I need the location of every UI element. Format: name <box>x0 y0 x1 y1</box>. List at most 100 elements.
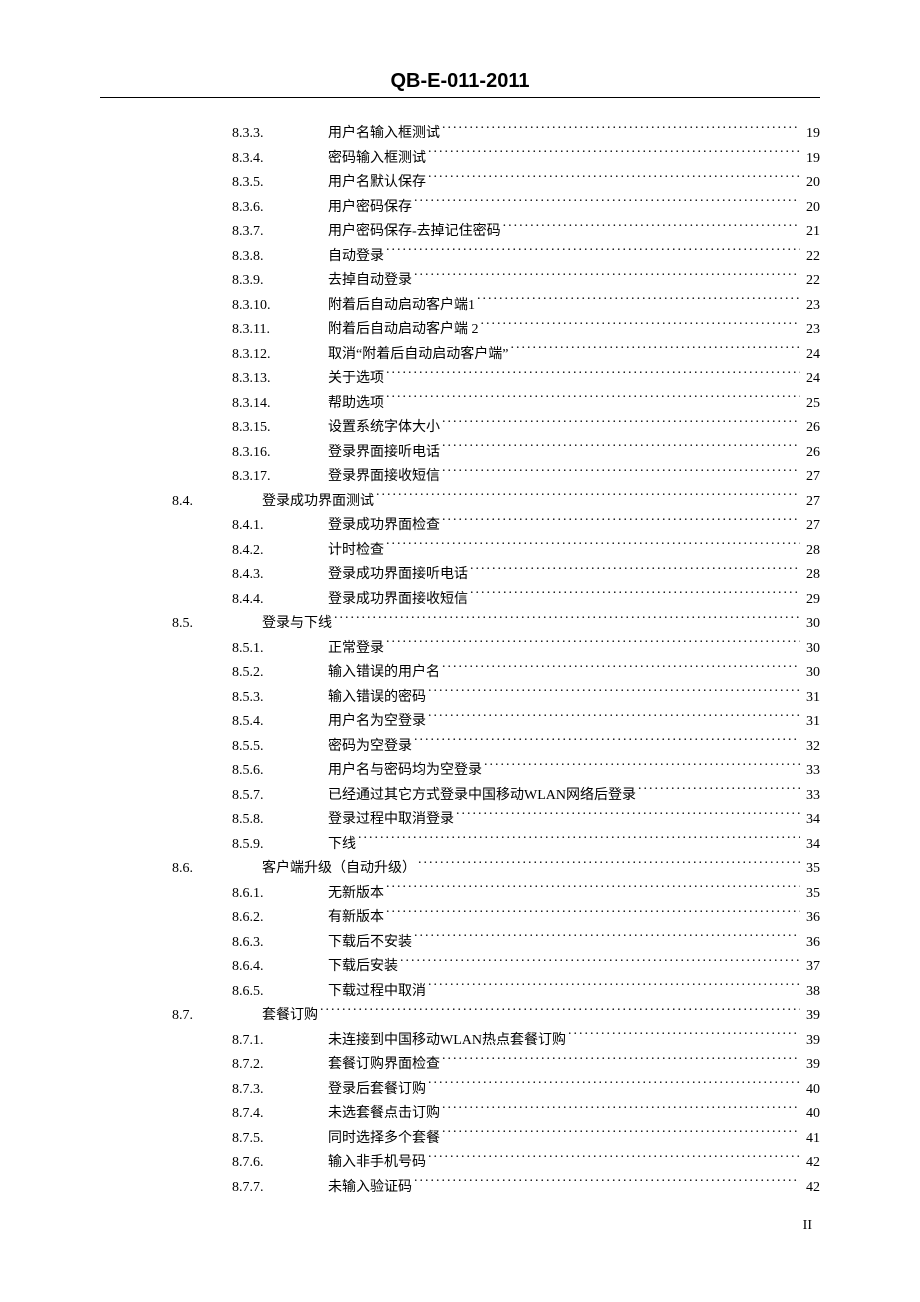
toc-entry-page: 40 <box>802 1102 820 1127</box>
toc-entry-number: 8.5.2. <box>232 661 328 686</box>
toc-leader-dots <box>442 417 800 431</box>
toc-leader-dots <box>442 123 800 137</box>
toc-entry-title: 用户名为空登录 <box>328 710 426 735</box>
toc-entry-page: 33 <box>802 759 820 784</box>
header-rule <box>100 97 820 98</box>
toc-entry: 8.3.12.取消“附着后自动启动客户端”24 <box>100 343 820 368</box>
toc-entry-title: 密码输入框测试 <box>328 147 426 172</box>
toc-leader-dots <box>442 466 800 480</box>
toc-entry-page: 19 <box>802 122 820 147</box>
toc-entry: 8.6.客户端升级（自动升级）35 <box>100 857 820 882</box>
toc-entry: 8.5.4.用户名为空登录31 <box>100 710 820 735</box>
toc-entry-page: 39 <box>802 1004 820 1029</box>
toc-leader-dots <box>456 809 800 823</box>
toc-entry-number: 8.3.14. <box>232 392 328 417</box>
toc-entry-page: 41 <box>802 1127 820 1152</box>
toc-entry-page: 30 <box>802 612 820 637</box>
toc-entry-page: 24 <box>802 343 820 368</box>
toc-entry-page: 38 <box>802 980 820 1005</box>
toc-entry: 8.3.4.密码输入框测试19 <box>100 147 820 172</box>
toc-leader-dots <box>428 981 800 995</box>
toc-entry-title: 未选套餐点击订购 <box>328 1102 440 1127</box>
toc-leader-dots <box>428 1079 800 1093</box>
toc-entry-title: 未输入验证码 <box>328 1176 412 1201</box>
toc-entry-page: 35 <box>802 857 820 882</box>
toc-entry: 8.6.2.有新版本36 <box>100 906 820 931</box>
toc-entry-title: 设置系统字体大小 <box>328 416 440 441</box>
toc-entry-title: 用户名输入框测试 <box>328 122 440 147</box>
toc-leader-dots <box>386 540 800 554</box>
toc-entry-page: 28 <box>802 563 820 588</box>
toc-entry-page: 30 <box>802 637 820 662</box>
toc-entry: 8.7.1.未连接到中国移动WLAN热点套餐订购39 <box>100 1029 820 1054</box>
toc-entry-number: 8.7.2. <box>232 1053 328 1078</box>
toc-entry: 8.4.1.登录成功界面检查27 <box>100 514 820 539</box>
toc-leader-dots <box>428 711 800 725</box>
toc-entry-number: 8.4.1. <box>232 514 328 539</box>
toc-entry-number: 8.7.3. <box>232 1078 328 1103</box>
toc-entry-number: 8.3.11. <box>232 318 328 343</box>
toc-leader-dots <box>638 785 800 799</box>
toc-entry: 8.7.3.登录后套餐订购40 <box>100 1078 820 1103</box>
toc-leader-dots <box>414 736 800 750</box>
toc-leader-dots <box>442 515 800 529</box>
toc-entry-number: 8.6.4. <box>232 955 328 980</box>
toc-entry-page: 21 <box>802 220 820 245</box>
toc-entry-number: 8.6.5. <box>232 980 328 1005</box>
toc-entry-page: 40 <box>802 1078 820 1103</box>
toc-entry-number: 8.7.4. <box>232 1102 328 1127</box>
toc-entry: 8.3.14.帮助选项25 <box>100 392 820 417</box>
toc-entry-number: 8.4. <box>172 490 262 515</box>
toc-leader-dots <box>418 858 800 872</box>
toc-entry-page: 23 <box>802 294 820 319</box>
toc-entry-title: 自动登录 <box>328 245 384 270</box>
toc-entry-title: 帮助选项 <box>328 392 384 417</box>
toc-entry-page: 31 <box>802 686 820 711</box>
toc-entry: 8.7.4.未选套餐点击订购 40 <box>100 1102 820 1127</box>
toc-entry-title: 登录成功界面接收短信 <box>328 588 468 613</box>
toc-leader-dots <box>442 1103 800 1117</box>
toc-entry-page: 22 <box>802 269 820 294</box>
toc-entry-page: 29 <box>802 588 820 613</box>
toc-leader-dots <box>414 932 800 946</box>
toc-entry: 8.5.6.用户名与密码均为空登录33 <box>100 759 820 784</box>
toc-entry-title: 登录过程中取消登录 <box>328 808 454 833</box>
toc-entry: 8.5.7.已经通过其它方式登录中国移动WLAN网络后登录33 <box>100 784 820 809</box>
toc-entry: 8.4.2.计时检查28 <box>100 539 820 564</box>
toc-entry-number: 8.3.6. <box>232 196 328 221</box>
toc-entry-page: 24 <box>802 367 820 392</box>
toc-entry: 8.5.8.登录过程中取消登录34 <box>100 808 820 833</box>
toc-entry: 8.7.6.输入非手机号码42 <box>100 1151 820 1176</box>
toc-entry-page: 34 <box>802 808 820 833</box>
toc-entry-page: 27 <box>802 465 820 490</box>
toc-leader-dots <box>428 687 800 701</box>
toc-entry-number: 8.7.7. <box>232 1176 328 1201</box>
toc-entry-number: 8.7. <box>172 1004 262 1029</box>
toc-leader-dots <box>477 295 800 309</box>
toc-entry-title: 下载过程中取消 <box>328 980 426 1005</box>
toc-entry: 8.5.3.输入错误的密码31 <box>100 686 820 711</box>
toc-entry-page: 39 <box>802 1029 820 1054</box>
toc-entry-number: 8.4.2. <box>232 539 328 564</box>
toc-entry-page: 30 <box>802 661 820 686</box>
toc-entry-number: 8.6. <box>172 857 262 882</box>
toc-entry-page: 35 <box>802 882 820 907</box>
toc-entry: 8.3.10.附着后自动启动客户端123 <box>100 294 820 319</box>
toc-entry: 8.3.6.用户密码保存20 <box>100 196 820 221</box>
toc-entry-title: 下载后安装 <box>328 955 398 980</box>
toc-entry-number: 8.5.3. <box>232 686 328 711</box>
toc-entry-page: 39 <box>802 1053 820 1078</box>
toc-entry-number: 8.3.10. <box>232 294 328 319</box>
toc-entry-title: 用户名与密码均为空登录 <box>328 759 482 784</box>
toc-entry-number: 8.3.12. <box>232 343 328 368</box>
toc-leader-dots <box>334 613 800 627</box>
toc-entry-title: 无新版本 <box>328 882 384 907</box>
toc-entry-title: 去掉自动登录 <box>328 269 412 294</box>
toc-entry-title: 登录界面接听电话 <box>328 441 440 466</box>
toc-leader-dots <box>386 907 800 921</box>
toc-entry: 8.4.3.登录成功界面接听电话28 <box>100 563 820 588</box>
toc-entry-page: 33 <box>802 784 820 809</box>
toc-entry-number: 8.7.6. <box>232 1151 328 1176</box>
toc-leader-dots <box>510 344 800 358</box>
toc-leader-dots <box>428 172 800 186</box>
